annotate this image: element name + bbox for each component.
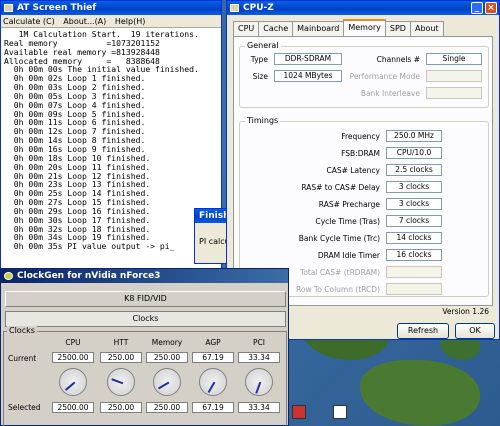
channels-value: Single (426, 53, 482, 65)
tab-about[interactable]: About (409, 21, 444, 36)
clockgen-window: ClockGen for nVidia nForce3 K8 FID/VID C… (0, 268, 289, 426)
timing-value: 7 clocks (386, 215, 442, 227)
version-label: Version 1.26 (442, 307, 489, 316)
tab-spd[interactable]: SPD (384, 21, 411, 36)
timing-value: 2.5 clocks (386, 164, 442, 176)
current-clock-value: 67.19 (192, 352, 234, 363)
clock-dial[interactable] (107, 368, 135, 396)
timing-value: 3 clocks (386, 198, 442, 210)
desktop-shortcut-icon[interactable] (292, 405, 306, 419)
current-clock-value: 250.00 (100, 352, 142, 363)
cpuz-titlebar[interactable]: CPU-Z _ × (227, 1, 499, 15)
timings-legend: Timings (245, 116, 281, 125)
current-clock-value: 33.34 (238, 352, 280, 363)
bank-interleave-label: Bank Interleave (360, 89, 420, 98)
clockgen-title: ClockGen for nVidia nForce3 (17, 271, 161, 281)
clockgen-app-icon (4, 272, 13, 280)
dial-needle (255, 381, 262, 394)
size-value: 1024 MBytes (274, 70, 342, 82)
general-group: General Type DDR-SDRAM Size 1024 MBytes … (239, 41, 489, 108)
timing-value: 14 clocks (386, 232, 442, 244)
timing-label: RAS# to CAS# Delay (301, 183, 380, 192)
cpuz-tabs: CPU Cache Mainboard Memory SPD About (227, 15, 499, 36)
timing-value-disabled (386, 266, 442, 278)
selected-clock-value[interactable]: 2500.00 (52, 402, 94, 413)
tab-cpu[interactable]: CPU (233, 21, 260, 36)
k8-fidvid-button[interactable]: K8 FID/VID (5, 291, 286, 307)
dial-needle (157, 381, 170, 390)
timing-label: Frequency (341, 132, 380, 141)
type-label: Type (250, 55, 268, 64)
selected-label: Selected (8, 403, 41, 412)
timing-label: FSB:DRAM (341, 149, 380, 158)
refresh-button[interactable]: Refresh (397, 323, 449, 339)
bank-interleave-value (426, 87, 482, 99)
current-clock-value: 250.00 (146, 352, 188, 363)
timing-label: DRAM Idle Timer (317, 251, 380, 260)
timing-value: 16 clocks (386, 249, 442, 261)
timing-value: 250.0 MHz (386, 130, 442, 142)
console-title: AT Screen Thief (17, 3, 97, 13)
clock-dial[interactable] (153, 368, 181, 396)
timing-value-disabled (386, 283, 442, 295)
type-value: DDR-SDRAM (274, 53, 342, 65)
tab-mainboard[interactable]: Mainboard (292, 21, 345, 36)
console-output: 1M Calculation Start. 19 iterations. Real… (1, 28, 221, 253)
console-app-icon (4, 4, 13, 12)
tab-memory[interactable]: Memory (343, 19, 386, 36)
timing-value: 3 clocks (386, 181, 442, 193)
channels-label: Channels # (376, 55, 420, 64)
clock-column-header: CPU (65, 338, 81, 347)
performance-mode-label: Performance Mode (349, 72, 420, 81)
cpuz-title: CPU-Z (243, 3, 274, 13)
menu-calculate[interactable]: Calculate (C) (3, 17, 55, 26)
menu-help[interactable]: Help(H) (115, 17, 146, 26)
selected-clock-value[interactable]: 33.34 (238, 402, 280, 413)
clocks-tab[interactable]: Clocks (5, 311, 286, 327)
selected-clock-value[interactable]: 250.00 (100, 402, 142, 413)
console-menubar: Calculate (C) About...(A) Help(H) (1, 15, 221, 28)
ok-button[interactable]: OK (455, 323, 495, 339)
timing-value: CPU/10.0 (386, 147, 442, 159)
clock-column-header: AGP (205, 338, 221, 347)
clocks-group: Clocks Current Selected CPU 2500.00 2500.0… (3, 326, 287, 426)
console-titlebar[interactable]: AT Screen Thief (1, 1, 221, 15)
size-label: Size (252, 72, 268, 81)
selected-clock-value[interactable]: 250.00 (146, 402, 188, 413)
screen-thief-window: AT Screen Thief Calculate (C) About...(A… (0, 0, 222, 272)
tab-cache[interactable]: Cache (258, 21, 294, 36)
timing-label: CAS# Latency (326, 166, 380, 175)
current-label: Current (8, 354, 37, 363)
selected-clock-value[interactable]: 67.19 (192, 402, 234, 413)
timing-label: Cycle Time (Tras) (315, 217, 380, 226)
console-line: 0h 00m 35s PI value output -> pi_ (4, 241, 175, 252)
clocks-legend: Clocks (7, 326, 37, 335)
clock-column-header: PCI (253, 338, 265, 347)
clock-column-header: HTT (113, 338, 129, 347)
timing-label: Bank Cycle Time (Trc) (298, 234, 380, 243)
clock-dial[interactable] (59, 368, 87, 396)
finish-title: Finish (199, 211, 230, 221)
timing-label: RAS# Precharge (318, 200, 380, 209)
close-icon[interactable]: × (485, 2, 497, 14)
cpuz-app-icon (230, 4, 239, 12)
clock-dial[interactable] (199, 368, 227, 396)
minimize-button[interactable]: _ (471, 2, 483, 14)
clock-column-header: Memory (151, 338, 183, 347)
performance-mode-value (426, 70, 482, 82)
general-legend: General (245, 41, 281, 50)
current-clock-value: 2500.00 (52, 352, 94, 363)
clock-dial[interactable] (245, 368, 273, 396)
desktop-shortcut-icon[interactable] (333, 405, 347, 419)
memory-panel: General Type DDR-SDRAM Size 1024 MBytes … (233, 36, 493, 306)
dial-needle (111, 378, 124, 385)
menu-about[interactable]: About...(A) (63, 17, 106, 26)
map-landmass (360, 360, 480, 426)
clockgen-titlebar[interactable]: ClockGen for nVidia nForce3 (1, 269, 288, 283)
dial-needle (64, 381, 76, 391)
dial-needle (207, 381, 216, 394)
